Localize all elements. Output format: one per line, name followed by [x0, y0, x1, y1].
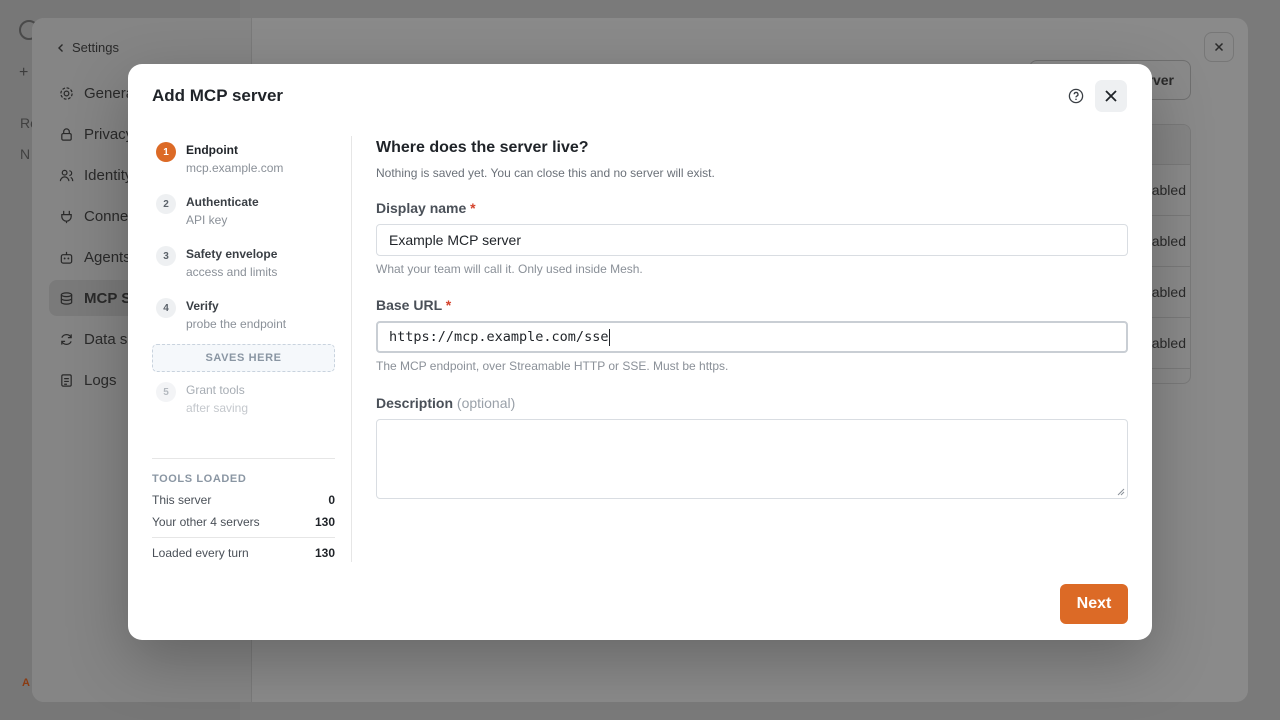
next-button[interactable]: Next [1060, 584, 1128, 624]
tools-row-label: Your other 4 servers [152, 515, 260, 529]
users-icon [59, 169, 74, 181]
wizard-stepper: 1 Endpoint mcp.example.com 2 Authenticat… [152, 136, 352, 562]
settings-back-link: Settings [56, 40, 119, 55]
chevron-left-icon [58, 43, 63, 52]
tools-total-label: Loaded every turn [152, 546, 249, 560]
display-name-input[interactable]: Example MCP server [376, 224, 1128, 256]
tools-row-other-servers: Your other 4 servers 130 [152, 515, 335, 529]
base-url-field-group: Base URL * https://mcp.example.com/sse T… [376, 297, 1128, 373]
required-mark: * [445, 297, 452, 313]
description-textarea[interactable] [376, 419, 1128, 499]
settings-back-label: Settings [72, 40, 119, 55]
step-subtitle: probe the endpoint [186, 317, 287, 331]
rail-text: N [20, 146, 31, 162]
tools-row-label: This server [152, 493, 212, 507]
plug-icon [61, 210, 72, 223]
step-number: 1 [156, 142, 176, 162]
step-number: 5 [156, 382, 176, 402]
step-title: Authenticate [186, 195, 259, 209]
settings-item-label: Logs [84, 371, 117, 389]
step-subtitle: mcp.example.com [186, 161, 284, 175]
tools-row-value: 0 [328, 493, 335, 507]
help-icon[interactable] [1066, 86, 1086, 106]
display-name-field-group: Display name * Example MCP server What y… [376, 200, 1128, 276]
step-number: 4 [156, 298, 176, 318]
settings-item-label: Identity [84, 166, 133, 184]
base-url-input[interactable]: https://mcp.example.com/sse [376, 321, 1128, 353]
tools-row-value: 130 [314, 515, 335, 529]
base-url-label-text: Base URL [376, 297, 442, 313]
tools-loaded-summary: TOOLS LOADED This server 0 Your other 4 … [152, 458, 335, 560]
close-icon [1214, 42, 1224, 52]
base-url-hint: The MCP endpoint, over Streamable HTTP o… [376, 359, 729, 373]
form-heading: Where does the server live? [376, 139, 589, 156]
display-name-label: Display name * [376, 200, 1128, 216]
display-name-label-text: Display name [376, 200, 467, 216]
settings-close-button [1204, 32, 1234, 62]
tools-row-this-server: This server 0 [152, 493, 335, 507]
step-title: Safety envelope [186, 247, 278, 261]
settings-item-label: Agents [84, 248, 131, 266]
tools-loaded-heading: TOOLS LOADED [152, 473, 247, 485]
tools-total-value: 130 [314, 546, 335, 560]
settings-item-label: Privacy [84, 125, 134, 143]
step-subtitle: API key [186, 213, 228, 227]
refresh-icon [61, 333, 72, 345]
lock-icon [61, 127, 72, 141]
step-title: Endpoint [186, 143, 238, 157]
form-subheading: Nothing is saved yet. You can close this… [376, 166, 715, 180]
close-icon [1105, 90, 1117, 102]
step-number: 2 [156, 194, 176, 214]
description-label: Description (optional) [376, 395, 1128, 411]
close-dialog-button[interactable] [1095, 80, 1127, 112]
add-mcp-server-dialog: Add MCP server 1 Endpoint mcp.example.co… [128, 64, 1152, 640]
plus-icon: + [19, 64, 29, 81]
saves-here-divider: SAVES HERE [152, 344, 335, 372]
step-subtitle: access and limits [186, 265, 278, 279]
tools-row-total: Loaded every turn 130 [152, 537, 335, 560]
dialog-title: Add MCP server [152, 86, 284, 105]
required-mark: * [470, 200, 476, 216]
step-subtitle: after saving [186, 401, 249, 415]
resize-handle-icon[interactable] [1117, 488, 1125, 496]
display-name-value: Example MCP server [389, 232, 522, 248]
step-title: Verify [186, 299, 219, 313]
description-label-text: Description [376, 395, 454, 411]
robot-icon [60, 251, 73, 264]
base-url-value: https://mcp.example.com/sse [389, 329, 609, 345]
step-number: 3 [156, 246, 176, 266]
display-name-hint: What your team will call it. Only used i… [376, 262, 643, 276]
user-avatar: A [22, 677, 30, 689]
optional-mark: (optional) [456, 395, 516, 411]
step-title: Grant tools [186, 383, 245, 397]
database-icon [60, 291, 73, 305]
description-field-group: Description (optional) [376, 395, 1128, 499]
text-caret [609, 328, 611, 346]
log-icon [61, 373, 72, 387]
endpoint-form: Where does the server live? Nothing is s… [376, 136, 1128, 499]
base-url-label: Base URL * [376, 297, 1128, 313]
gear-icon [60, 86, 73, 100]
